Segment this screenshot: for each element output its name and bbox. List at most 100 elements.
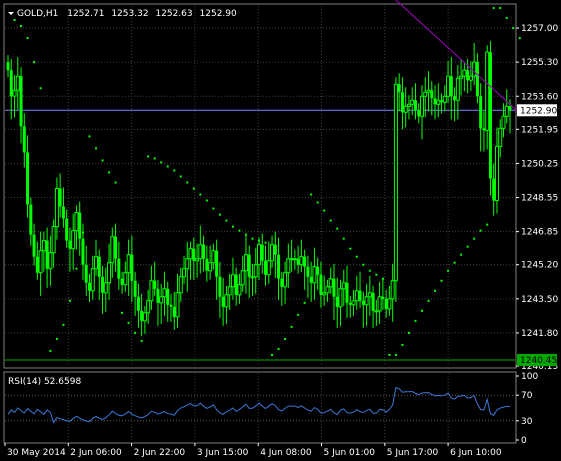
- sar-dot: [264, 241, 267, 244]
- price-pane[interactable]: [3, 3, 517, 369]
- candle-body-bull: [387, 298, 392, 310]
- candle-body-bull: [504, 105, 509, 117]
- candle-body-bull: [41, 240, 46, 252]
- sar-dot: [218, 213, 221, 216]
- time-tick-label: 6 Jun 10:00: [450, 448, 502, 458]
- sar-dot: [192, 187, 195, 190]
- rsi-label: RSI(14) 52.6598: [8, 377, 81, 387]
- time-tick-label: 2 Jun 22:00: [134, 448, 186, 458]
- candle-body-bear: [192, 248, 196, 261]
- sar-dot: [473, 237, 476, 240]
- candle-body-bull: [325, 286, 330, 294]
- current-price-label: 1252.90: [520, 106, 557, 116]
- candle-body-bull: [162, 288, 167, 298]
- price-axis: 1257.00 1255.30 1253.60 1251.95 1250.25 1248.…: [516, 24, 558, 372]
- candle-body-bull: [230, 274, 235, 288]
- ohlc-high: 1253.32: [111, 9, 148, 19]
- candle-body-bull: [426, 89, 431, 93]
- candle-body-bull: [107, 262, 112, 284]
- sar-dot: [518, 37, 521, 40]
- candle-body-bear: [218, 276, 222, 297]
- candle-body-bull: [446, 75, 451, 97]
- candle-body-bull: [472, 61, 477, 77]
- candle-body-bull: [90, 268, 95, 292]
- candle-body-bear: [358, 290, 362, 301]
- ohlc-open: 1252.71: [67, 9, 104, 19]
- sar-dot: [251, 237, 254, 240]
- candle-body-bull: [185, 258, 190, 270]
- candle-body-bull: [283, 272, 288, 288]
- price-chart[interactable]: 1257.00 1255.30 1253.60 1251.95 1250.25 1248.…: [0, 0, 561, 461]
- candle-body-bear: [296, 258, 300, 265]
- sar-dot: [381, 277, 384, 280]
- candle-body-bear: [133, 280, 137, 297]
- candle-body-bull: [442, 95, 447, 103]
- candle-body-bear: [371, 292, 375, 311]
- sar-dot: [231, 225, 234, 228]
- candle-body-bull: [243, 254, 248, 272]
- candle-body-bear: [280, 278, 284, 287]
- candle-body-bear: [58, 188, 62, 207]
- time-tick-label: 5 Jun 01:00: [324, 448, 376, 458]
- candle-body-bear: [453, 96, 457, 101]
- sar-dot: [33, 61, 36, 64]
- sar-dot: [492, 7, 495, 10]
- candle-body-bear: [332, 278, 336, 297]
- candle-body-bear: [117, 258, 121, 279]
- candle-body-bear: [433, 98, 437, 105]
- sar-dot: [127, 321, 130, 324]
- sar-dot: [258, 239, 260, 242]
- candle-body-bear: [479, 96, 483, 129]
- candle-body-bull: [354, 290, 359, 302]
- candle-body-bear: [205, 258, 209, 271]
- sar-dot: [401, 343, 404, 346]
- sar-dot: [414, 319, 417, 322]
- candle-body-bear: [166, 288, 170, 305]
- candle-body-bull: [292, 258, 297, 261]
- sar-dot: [297, 313, 300, 316]
- sar-dot: [368, 269, 371, 272]
- candle-body-bull: [38, 250, 43, 274]
- sar-dot: [153, 157, 156, 160]
- candle-body-bull: [253, 264, 258, 278]
- price-tick-label: 1253.60: [521, 92, 558, 102]
- candle-body-bull: [110, 236, 115, 264]
- candle-body-bear: [482, 128, 486, 131]
- candle-body-bull: [390, 280, 395, 300]
- candle-body-bear: [45, 240, 49, 269]
- price-tick-label: 1248.55: [521, 194, 558, 204]
- candle-body-bull: [328, 278, 333, 288]
- sar-dot: [284, 337, 287, 340]
- candle-body-bull: [364, 296, 369, 306]
- candle-body-bear: [32, 234, 36, 257]
- candle-body-bull: [12, 89, 17, 97]
- candle-body-bull: [257, 244, 261, 266]
- candle-body-bull: [377, 296, 382, 312]
- sar-dot: [186, 181, 189, 184]
- sar-dot: [114, 181, 117, 184]
- candle-body-bull: [289, 258, 294, 261]
- sar-dot: [179, 175, 182, 178]
- candle-body-bull: [299, 256, 304, 266]
- candle-body-bull: [436, 99, 441, 105]
- candle-body-bear: [140, 310, 144, 321]
- candle-body-bull: [462, 69, 467, 77]
- candle-body-bull: [178, 276, 183, 294]
- candle-body-bear: [221, 296, 225, 307]
- rsi-axis: 100 70 30 0: [516, 372, 538, 446]
- candle-body-bull: [341, 282, 346, 290]
- candle-body-bull: [455, 77, 460, 101]
- sar-dot: [173, 169, 176, 172]
- candle-body-bear: [475, 62, 479, 97]
- candle-body-bear: [413, 100, 417, 111]
- sar-dot: [447, 269, 450, 272]
- marked-price-label: 1240.45: [520, 356, 557, 366]
- time-tick-label: 4 Jun 08:00: [260, 448, 312, 458]
- candle-body-bear: [215, 250, 219, 277]
- candle-body-bull: [74, 212, 79, 232]
- candle-body-bear: [35, 256, 39, 273]
- candle-body-bull: [367, 292, 372, 298]
- candle-body-bull: [374, 310, 379, 313]
- candle-body-bull: [266, 260, 271, 276]
- rsi-tick-label: 70: [521, 391, 533, 401]
